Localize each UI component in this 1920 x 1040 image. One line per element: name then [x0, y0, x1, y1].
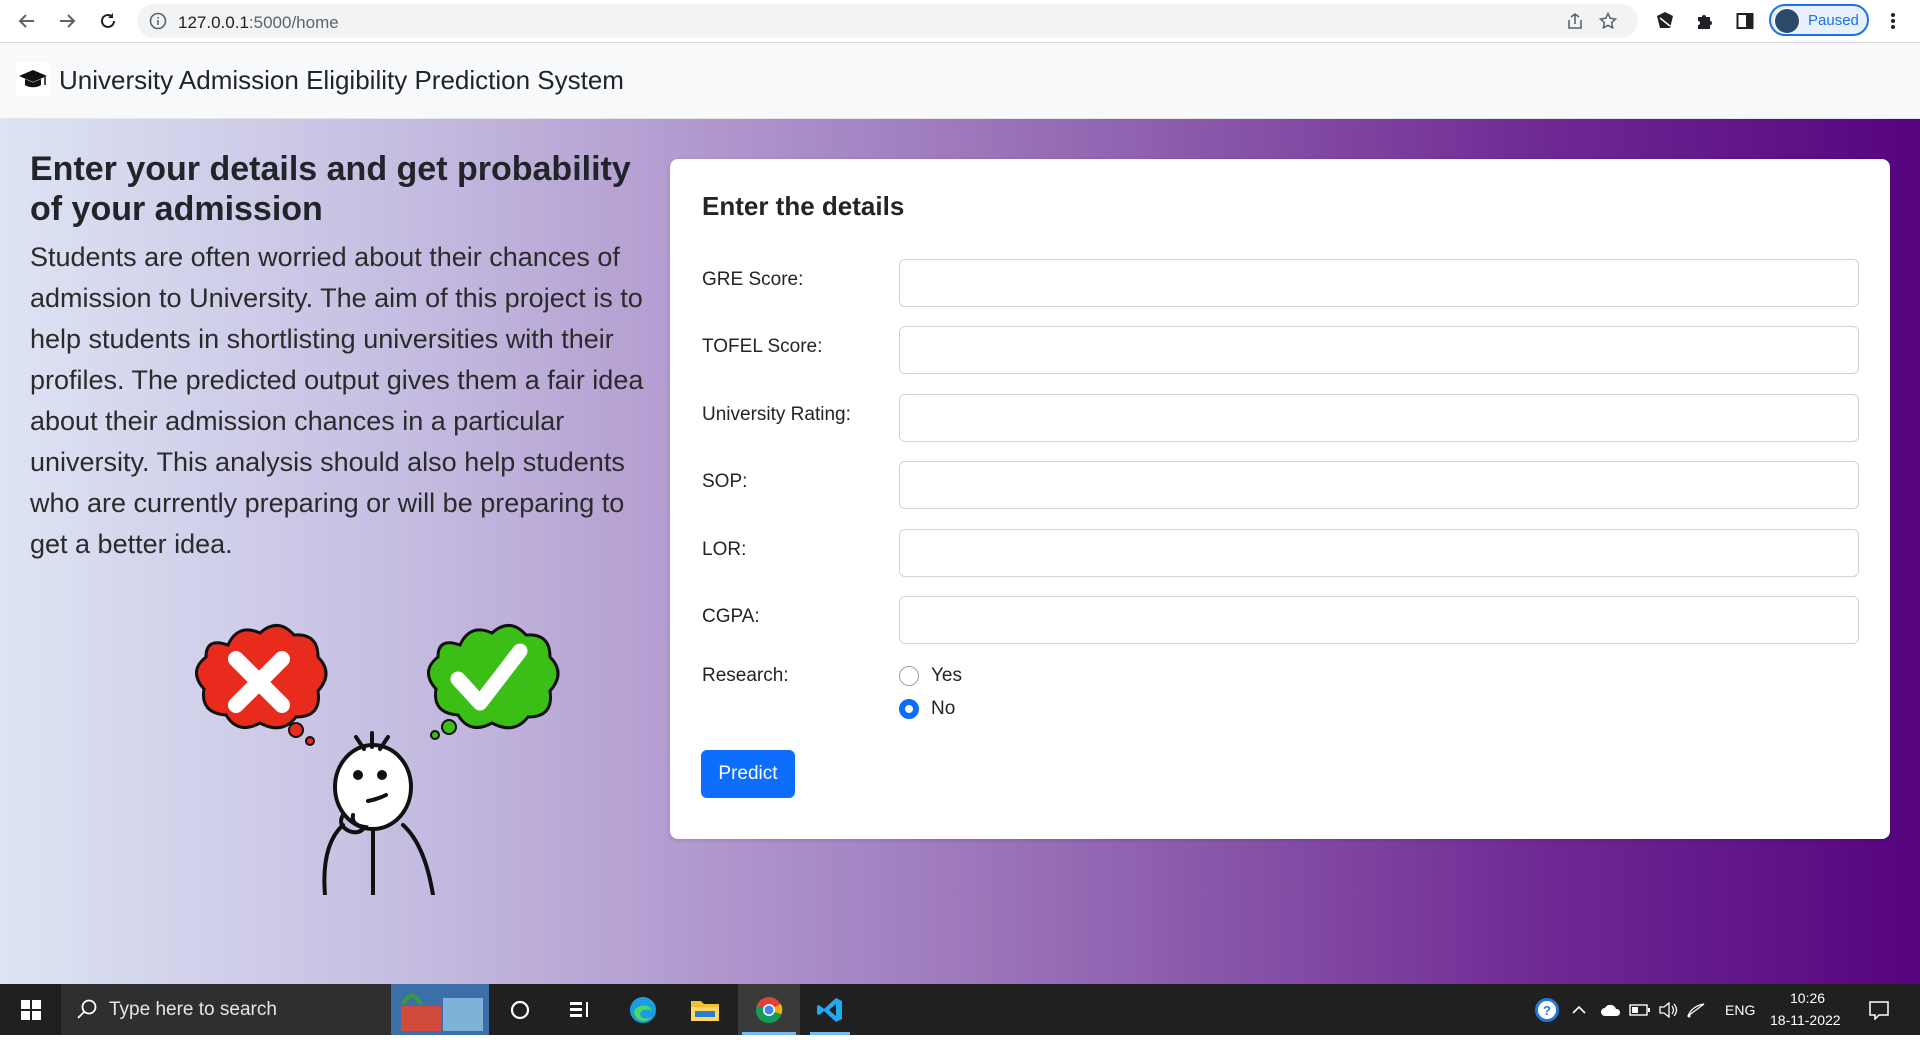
share-icon[interactable] — [1566, 12, 1584, 30]
windows-taskbar: Type here to search ? ENG 10:26 18-11-20… — [0, 984, 1920, 1035]
wifi-icon[interactable] — [1684, 984, 1708, 1035]
sop-input[interactable] — [899, 461, 1859, 509]
cortana-icon[interactable] — [496, 984, 544, 1035]
research-no-radio[interactable] — [899, 699, 919, 719]
details-form-card: Enter the details GRE Score: TOFEL Score… — [670, 159, 1890, 839]
info-icon[interactable] — [149, 12, 167, 35]
windows-start-icon[interactable] — [0, 984, 61, 1035]
taskbar-search[interactable]: Type here to search — [61, 984, 489, 1035]
thinking-figure — [322, 731, 435, 897]
url-host: 127.0.0.1 — [178, 13, 249, 32]
address-bar[interactable]: 127.0.0.1:5000/home — [137, 4, 1638, 38]
university-rating-label: University Rating: — [702, 404, 851, 425]
gre-score-label: GRE Score: — [702, 269, 804, 290]
vscode-icon[interactable] — [806, 984, 854, 1035]
research-yes-radio[interactable] — [899, 666, 919, 686]
search-placeholder: Type here to search — [109, 999, 277, 1020]
puzzle-icon[interactable] — [1693, 9, 1717, 33]
url-text: 127.0.0.1:5000/home — [178, 13, 339, 33]
check-icon — [427, 624, 560, 740]
university-rating-input[interactable] — [899, 394, 1859, 442]
sop-label: SOP: — [702, 471, 748, 492]
research-yes-label[interactable]: Yes — [931, 665, 962, 687]
tofel-score-input[interactable] — [899, 326, 1859, 374]
clock-time[interactable]: 10:26 — [1790, 990, 1825, 1006]
site-navbar: University Admission Eligibility Predict… — [0, 43, 1920, 119]
battery-icon[interactable] — [1628, 984, 1652, 1035]
sidebar-icon[interactable] — [1733, 9, 1757, 33]
search-highlight-image — [391, 984, 489, 1035]
research-yes-option[interactable]: Yes — [899, 665, 962, 687]
kebab-menu-icon[interactable] — [1881, 9, 1905, 33]
forward-arrow-icon[interactable] — [54, 8, 80, 34]
clock-date[interactable]: 18-11-2022 — [1770, 1012, 1841, 1028]
research-no-option[interactable]: No — [899, 698, 955, 720]
brand-title[interactable]: University Admission Eligibility Predict… — [59, 65, 624, 96]
tofel-score-label: TOFEL Score: — [702, 336, 823, 357]
decision-illustration — [168, 615, 568, 897]
search-icon — [76, 998, 98, 1025]
edge-icon[interactable] — [619, 984, 667, 1035]
onedrive-icon[interactable] — [1598, 984, 1624, 1035]
file-explorer-icon[interactable] — [681, 984, 729, 1035]
cross-icon — [195, 624, 328, 746]
extension-icon[interactable] — [1653, 9, 1677, 33]
chevron-up-icon[interactable] — [1568, 984, 1590, 1035]
volume-icon[interactable] — [1656, 984, 1680, 1035]
main-section: Enter your details and get probability o… — [0, 119, 1920, 984]
cgpa-input[interactable] — [899, 596, 1859, 644]
form-title: Enter the details — [702, 191, 905, 221]
help-icon[interactable]: ? — [1530, 984, 1564, 1035]
url-path: :5000/home — [248, 13, 339, 32]
chrome-icon[interactable] — [738, 984, 800, 1035]
intro-heading: Enter your details and get probability o… — [30, 150, 631, 228]
profile-button[interactable]: Paused — [1769, 4, 1869, 36]
avatar — [1774, 8, 1800, 34]
language-indicator[interactable]: ENG — [1725, 1002, 1755, 1018]
research-label: Research: — [702, 665, 789, 686]
lor-input[interactable] — [899, 529, 1859, 577]
gre-score-input[interactable] — [899, 259, 1859, 307]
reload-icon[interactable] — [95, 8, 121, 34]
svg-text:?: ? — [1543, 1003, 1551, 1018]
intro-description: Students are often worried about their c… — [30, 242, 644, 559]
task-view-icon[interactable] — [556, 984, 604, 1035]
star-icon[interactable] — [1598, 11, 1618, 30]
research-no-label[interactable]: No — [931, 698, 955, 720]
cgpa-label: CGPA: — [702, 606, 760, 627]
lor-label: LOR: — [702, 539, 747, 560]
predict-button[interactable]: Predict — [701, 750, 795, 798]
back-arrow-icon[interactable] — [14, 8, 40, 34]
intro-section: Enter your details and get probability o… — [30, 149, 650, 565]
graduation-cap-icon[interactable] — [16, 62, 50, 96]
notification-icon[interactable] — [1862, 984, 1896, 1035]
profile-status: Paused — [1808, 12, 1859, 29]
browser-toolbar: 127.0.0.1:5000/home Paused — [0, 0, 1920, 43]
